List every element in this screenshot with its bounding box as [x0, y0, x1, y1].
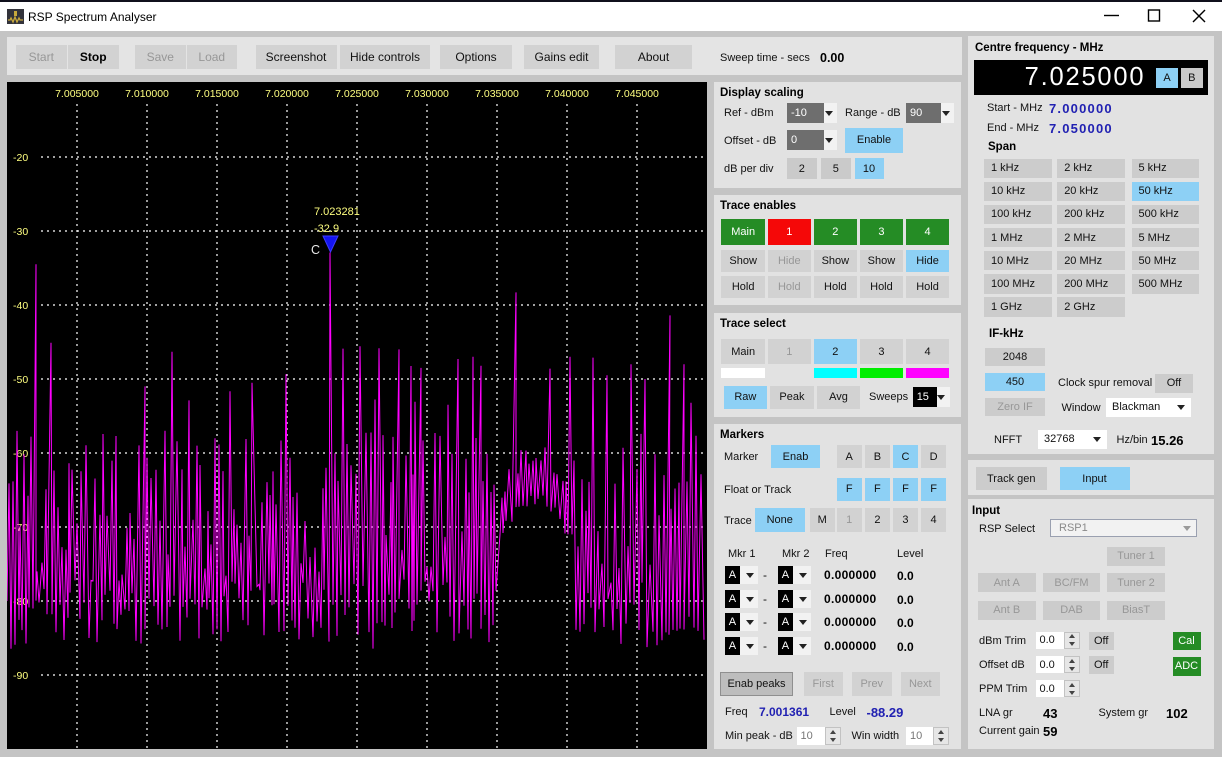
svg-text:7.035000: 7.035000 [475, 88, 519, 100]
svg-text:7.040000: 7.040000 [545, 88, 589, 100]
svg-text:7.025000: 7.025000 [335, 88, 379, 100]
svg-text:-20: -20 [13, 152, 28, 164]
svg-text:-32.9: -32.9 [314, 223, 339, 235]
svg-text:-60: -60 [13, 448, 28, 460]
svg-text:7.005000: 7.005000 [55, 88, 99, 100]
svg-text:-40: -40 [13, 300, 28, 312]
svg-text:7.010000: 7.010000 [125, 88, 169, 100]
svg-text:7.023281: 7.023281 [314, 206, 360, 218]
svg-text:7.020000: 7.020000 [265, 88, 309, 100]
svg-text:-70: -70 [13, 522, 28, 534]
svg-text:-90: -90 [13, 670, 28, 682]
svg-text:-50: -50 [13, 374, 28, 386]
svg-text:7.015000: 7.015000 [195, 88, 239, 100]
svg-text:7.045000: 7.045000 [615, 88, 659, 100]
svg-text:-30: -30 [13, 226, 28, 238]
svg-text:C: C [311, 243, 320, 257]
svg-text:7.030000: 7.030000 [405, 88, 449, 100]
